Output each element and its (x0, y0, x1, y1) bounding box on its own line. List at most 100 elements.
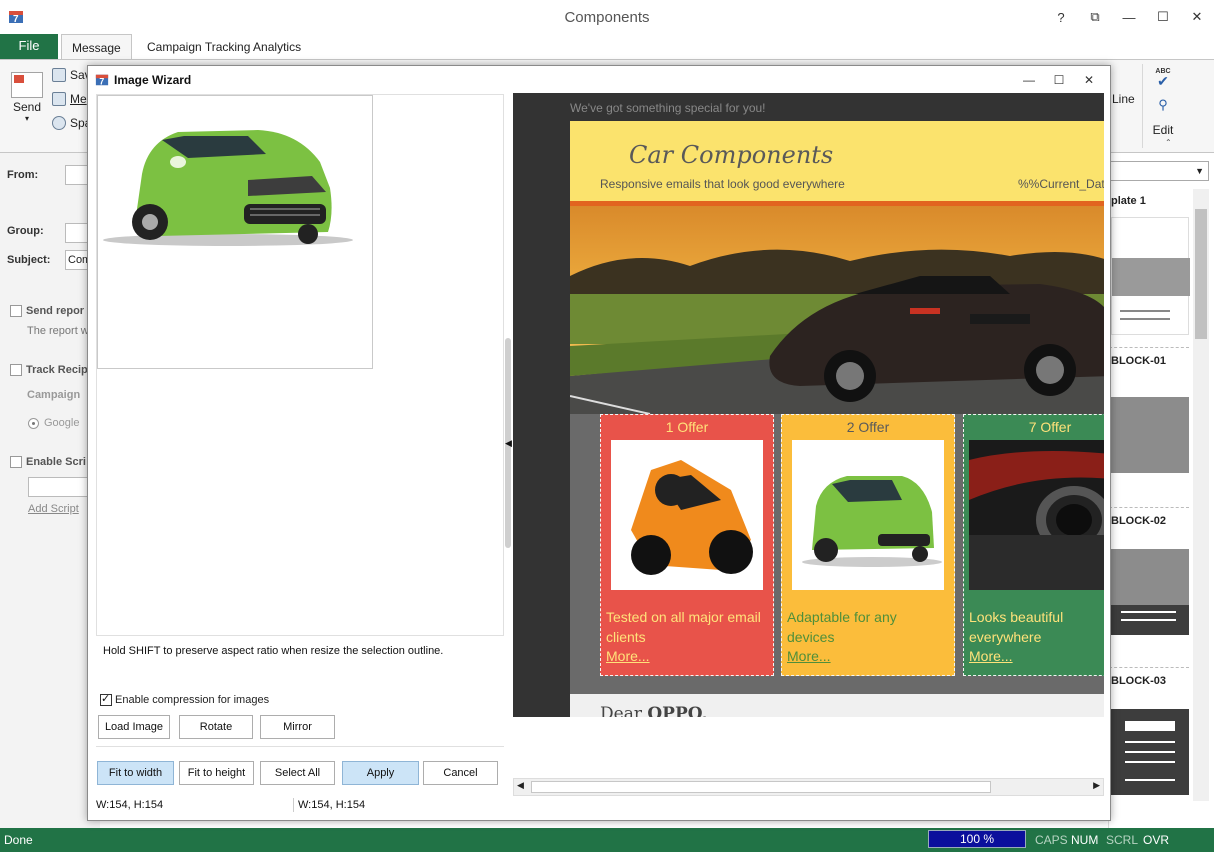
load-image-button[interactable]: Load Image (98, 715, 170, 739)
report-description: The report w (27, 325, 89, 337)
send-report-checkbox[interactable] (10, 305, 22, 317)
dialog-close-button[interactable]: ✕ (1074, 68, 1104, 92)
offer-image (969, 440, 1104, 590)
offers-section: 1 Offer Tested on all major email client… (570, 414, 1104, 694)
status-text: Done (4, 833, 33, 847)
offer-card[interactable]: 7 Offer Looks beautiful everywhere More.… (963, 414, 1104, 676)
find-icon[interactable]: ⚲ (1148, 97, 1178, 113)
status-bar: Done 100 % CAPS NUM SCRL OVR (0, 828, 1214, 852)
title-bar: 7 Components ? ⧉ — ☐ ✕ (0, 0, 1214, 34)
collapse-ribbon-icon[interactable]: ⌃ (1165, 138, 1172, 147)
apply-button[interactable]: Apply (342, 761, 419, 785)
compression-label: Enable compression for images (115, 694, 270, 706)
scroll-right-icon[interactable]: ▶ (1093, 780, 1100, 791)
check-icon: ✔ (1157, 73, 1169, 89)
template-scrollbar[interactable] (1193, 189, 1209, 801)
template-title: BLOCK-02 (1111, 515, 1167, 527)
template-thumbnail[interactable] (1111, 549, 1189, 635)
chevron-down-icon: ▼ (1195, 166, 1204, 176)
green-car-image (103, 130, 353, 246)
preview-horizontal-scrollbar[interactable]: ◀ ▶ (513, 778, 1104, 796)
edit-group: ABC ✔ ⚲ Edit (1148, 68, 1178, 137)
tab-message[interactable]: Message (61, 34, 132, 60)
restore-layout-button[interactable]: ⧉ (1078, 0, 1112, 34)
divider (1109, 667, 1189, 668)
offer-more-link[interactable]: More... (969, 648, 1013, 664)
collapse-arrow-icon[interactable]: ◀ (505, 438, 512, 449)
zoom-level[interactable]: 100 % (928, 830, 1026, 848)
email-preview[interactable]: We've got something special for you! Car… (513, 93, 1104, 717)
select-all-button[interactable]: Select All (260, 761, 335, 785)
maximize-button[interactable]: ☐ (1146, 0, 1180, 34)
resize-hint: Hold SHIFT to preserve aspect ratio when… (103, 645, 444, 657)
template-title: BLOCK-01 (1111, 355, 1167, 367)
offer-text: Tested on all major email clients (606, 609, 761, 645)
chevron-down-icon: ▾ (24, 114, 29, 123)
divider (1109, 507, 1189, 508)
scroll-thumb[interactable] (531, 781, 991, 793)
status-separator (293, 798, 294, 812)
ribbon-separator (1142, 64, 1143, 148)
group-label: Group: (7, 225, 44, 237)
help-button[interactable]: ? (1044, 0, 1078, 34)
offer-title: 2 Offer (846, 419, 890, 435)
selection-size: W:154, H:154 (96, 799, 164, 811)
mirror-button[interactable]: Mirror (260, 715, 335, 739)
hero-image[interactable] (570, 206, 1104, 414)
fit-to-height-button[interactable]: Fit to height (179, 761, 254, 785)
svg-text:7: 7 (99, 76, 104, 86)
offer-text: Looks beautiful everywhere (969, 609, 1064, 645)
spam-check-button[interactable]: Spa (52, 116, 91, 130)
save-button[interactable]: Sav (52, 68, 91, 82)
fit-to-width-button[interactable]: Fit to width (97, 761, 174, 785)
dialog-minimize-button[interactable]: — (1014, 68, 1044, 92)
greeting: Dear OPPO, (570, 694, 1104, 717)
gauge-icon (52, 116, 66, 130)
greeting-text: Dear OPPO, (600, 704, 708, 717)
divider (96, 746, 504, 747)
send-report-label: Send repor (26, 305, 85, 317)
offer-more-link[interactable]: More... (606, 648, 650, 664)
compression-option[interactable]: Enable compression for images (100, 692, 270, 706)
template-dropdown[interactable]: ▼ (1109, 161, 1209, 181)
edit-label: Edit (1152, 123, 1174, 137)
close-button[interactable]: ✕ (1180, 0, 1214, 34)
pane-splitter[interactable]: ◀ (502, 338, 512, 548)
rotate-button[interactable]: Rotate (179, 715, 253, 739)
offer-more-link[interactable]: More... (787, 648, 831, 664)
scroll-left-icon[interactable]: ◀ (517, 780, 524, 791)
track-checkbox[interactable] (10, 364, 22, 376)
template-panel: ▼ plate 1 BLOCK-01 BLOCK-02 BLOCK-03 (1108, 153, 1214, 828)
compression-checkbox[interactable] (100, 692, 112, 706)
cancel-button[interactable]: Cancel (423, 761, 498, 785)
email-header: Car Components Responsive emails that lo… (570, 121, 1104, 203)
template-thumbnail[interactable] (1111, 397, 1189, 473)
offer-card[interactable]: 1 Offer Tested on all major email client… (600, 414, 774, 676)
caps-indicator: CAPS (1035, 833, 1068, 847)
save-icon (52, 68, 66, 82)
scroll-thumb[interactable] (1195, 209, 1207, 339)
offer-card[interactable]: 2 Offer Adaptable for any devices More..… (781, 414, 955, 676)
dialog-maximize-button[interactable]: ☐ (1044, 68, 1074, 92)
ovr-indicator: OVR (1143, 833, 1170, 847)
dialog-title-bar: 7 Image Wizard — ☐ ✕ (88, 66, 1110, 94)
google-radio[interactable] (28, 418, 39, 429)
merge-label: Me (70, 92, 87, 106)
template-thumbnail[interactable] (1111, 709, 1189, 795)
offer-image (611, 440, 763, 590)
email-title: Car Components (629, 141, 834, 169)
enable-script-checkbox[interactable] (10, 456, 22, 468)
ribbon-tabs: File Message Campaign Tracking Analytics (0, 34, 1214, 60)
image-selection-frame[interactable] (97, 95, 373, 369)
template-thumbnail[interactable] (1111, 217, 1190, 335)
send-label: Send (12, 100, 42, 114)
minimize-button[interactable]: — (1112, 0, 1146, 34)
send-button[interactable]: Send ▾ (8, 68, 46, 123)
tab-campaign-tracking[interactable]: Campaign Tracking Analytics (137, 34, 311, 60)
from-label: From: (7, 169, 39, 181)
add-script-link[interactable]: Add Script (28, 503, 79, 515)
line-label[interactable]: Line (1112, 92, 1135, 106)
tab-file[interactable]: File (0, 34, 58, 59)
google-label: Google (44, 417, 80, 429)
merge-button[interactable]: Me (52, 92, 87, 106)
